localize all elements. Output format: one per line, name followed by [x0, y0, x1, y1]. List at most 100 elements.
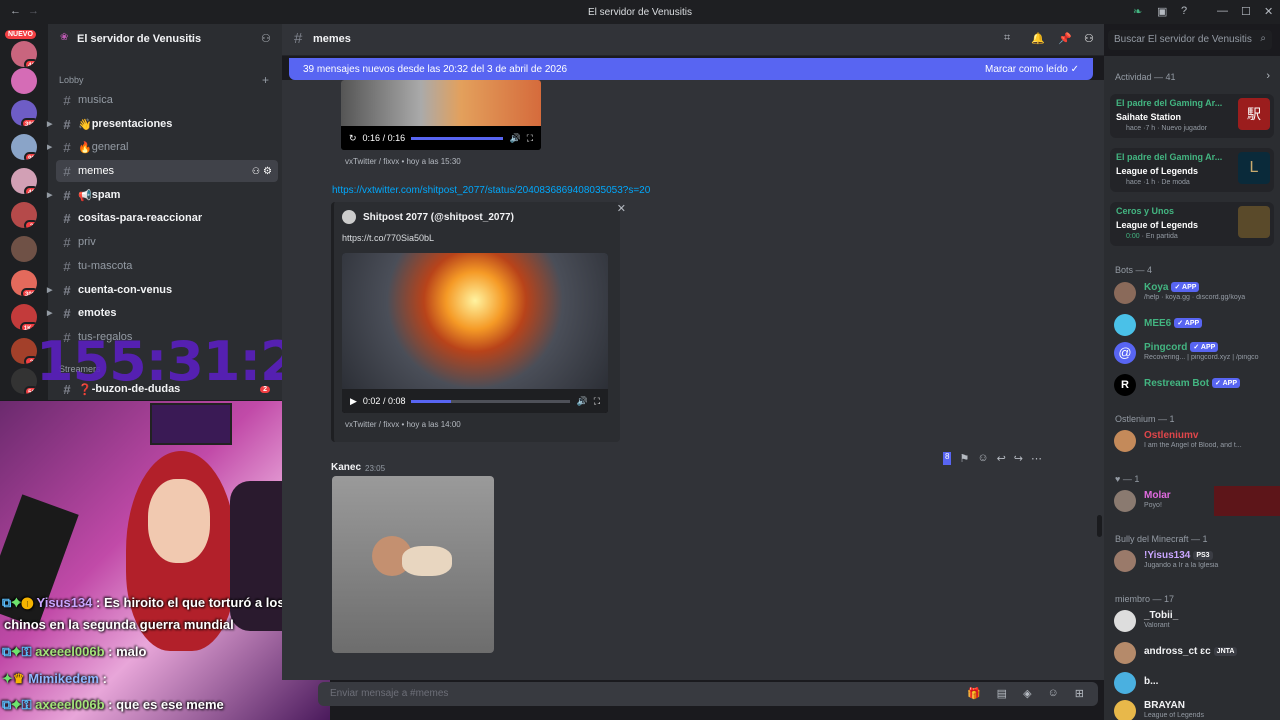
play-icon[interactable]: ▶ — [350, 396, 357, 407]
video-progress[interactable] — [411, 136, 504, 140]
message-input[interactable]: Enviar mensaje a #memes 🎁 ▤ ◈ ☺ ⊞ — [318, 682, 1098, 706]
channel-tu-mascota[interactable]: # tu-mascota — [56, 255, 278, 277]
member-molar[interactable]: Molar Poyo! — [1112, 488, 1277, 516]
gear-icon[interactable]: ⚙ — [263, 166, 272, 177]
member-yisus[interactable]: !Yisus134 PS3 Jugando a Ir a la Iglesia — [1112, 548, 1277, 576]
server-icon[interactable]: 2 — [11, 338, 37, 364]
apps-icon[interactable]: ⊞ — [1075, 687, 1084, 700]
search-input[interactable]: Buscar El servidor de Venusitis ⌕ — [1108, 30, 1272, 50]
help-icon[interactable]: ? — [1181, 5, 1187, 17]
channel-spam[interactable]: ▶ # 📢 spam — [47, 184, 278, 206]
inbox-icon[interactable]: ▣ — [1157, 5, 1167, 18]
meme-image[interactable] — [332, 476, 494, 653]
replay-icon[interactable]: ↻ — [349, 133, 357, 144]
channel-priv[interactable]: # priv — [56, 231, 278, 253]
server-icon[interactable]: 1K+ — [11, 304, 37, 330]
channel-emotes[interactable]: ▶ # emotes — [47, 302, 278, 324]
server-icon[interactable]: 56 — [11, 368, 37, 394]
server-icon[interactable]: 393 — [11, 100, 37, 126]
gif-icon[interactable]: ▤ — [997, 687, 1007, 700]
member-b[interactable]: b... — [1112, 670, 1277, 698]
invite-icon[interactable]: ⚇ — [261, 32, 271, 45]
pin-icon[interactable]: 📌 — [1058, 32, 1072, 45]
member-andross[interactable]: andross_ct ɛc JNTA — [1112, 640, 1277, 668]
member-pingcord[interactable]: @ Pingcord ✓ APP Recovering... | pingcord.x… — [1112, 340, 1277, 368]
avatar — [1114, 430, 1136, 452]
add-member-icon[interactable]: ⚇ — [252, 166, 260, 177]
activity-card[interactable]: El padre del Gaming Ar... League of Lege… — [1110, 148, 1274, 192]
embed-author[interactable]: Shitpost 2077 (@shitpost_2077) — [363, 212, 514, 223]
emoji-icon[interactable]: ☺ — [977, 452, 988, 465]
hash-icon: # — [63, 187, 71, 203]
channel-presentaciones[interactable]: ▶ # 👋 presentaciones — [47, 113, 278, 135]
channel-memes[interactable]: # memes ⚇ ⚙ — [56, 160, 278, 182]
activity-card[interactable]: Ceros y Unos League of Legends 0:00 · En… — [1110, 202, 1274, 246]
gift-icon[interactable]: 🎁 — [967, 687, 981, 700]
members-icon[interactable]: ⚇ — [1084, 32, 1094, 45]
server-icon[interactable]: 48 — [11, 168, 37, 194]
sticker-icon[interactable]: ◈ — [1023, 687, 1031, 700]
minimize-icon[interactable]: — — [1217, 5, 1228, 17]
fullscreen-icon[interactable]: ⛶ — [594, 396, 600, 407]
video-player[interactable]: ▶ 0:02 / 0:08 🔊 ⛶ — [342, 253, 608, 413]
video-progress[interactable] — [411, 399, 571, 403]
channel-cositas[interactable]: # cositas-para-reaccionar — [56, 207, 278, 229]
member-koya[interactable]: Koya ✓ APP/help · koya.gg · discord.gg/ko… — [1112, 280, 1277, 308]
member-tobii[interactable]: _Tobii_ Valorant — [1112, 608, 1277, 636]
scrollbar-thumb[interactable] — [1097, 515, 1102, 537]
member-restream[interactable]: R Restream Bot ✓ APP — [1112, 372, 1277, 400]
flag-icon[interactable]: ⚑ — [959, 452, 969, 465]
server-icon[interactable] — [11, 68, 37, 94]
new-messages-banner[interactable]: 39 mensajes nuevos desde las 20:32 del 3… — [289, 58, 1093, 80]
message-author[interactable]: Kanec — [331, 462, 361, 473]
volume-icon[interactable]: 🔊 — [576, 396, 587, 407]
bell-icon[interactable]: 🔔 — [1031, 32, 1045, 45]
server-icon[interactable]: 46 — [11, 41, 37, 67]
reply-icon[interactable]: ↩ — [997, 452, 1006, 465]
server-name[interactable]: El servidor de Venusitis — [77, 33, 201, 45]
channel-general[interactable]: ▶ # 🔥 general — [47, 136, 278, 158]
category-lobby[interactable]: Lobby — [59, 75, 84, 85]
threads-icon[interactable]: ⌗ — [1004, 32, 1010, 45]
more-icon[interactable]: ⋯ — [1031, 452, 1042, 465]
badge: 393 — [20, 118, 37, 126]
video-time: 0:16 / 0:16 — [362, 133, 406, 143]
add-channel-icon[interactable]: + — [262, 73, 269, 87]
maximize-icon[interactable]: ☐ — [1241, 5, 1251, 18]
message-list: ↻ 0:16 / 0:16 🔊 ⛶ vxTwitter / fixvx • hoy a… — [282, 80, 1104, 680]
embed-footer: vxTwitter / fixvx • hoy a las 15:30 — [345, 157, 461, 166]
member-brayan[interactable]: BRAYAN League of Legends — [1112, 698, 1277, 720]
section-title: Actividad — 41 — [1115, 72, 1176, 82]
reaction-icon[interactable]: 8 — [943, 452, 952, 465]
member-mee6[interactable]: MEE6 ✓ APP — [1112, 312, 1277, 340]
close-icon[interactable]: ✕ — [617, 202, 626, 215]
chevron-down-icon[interactable]: ⌄ — [188, 33, 196, 44]
fullscreen-icon[interactable]: ⛶ — [527, 133, 533, 144]
channel-cuenta-con-venus[interactable]: ▶ # cuenta-con-venus — [47, 279, 278, 301]
leaf-icon[interactable]: ❧ — [1133, 5, 1142, 18]
member-ostleniumv[interactable]: Ostleniumv I am the Angel of Blood, and t… — [1112, 428, 1277, 456]
close-icon[interactable]: ✕ — [1264, 5, 1273, 18]
embed-text[interactable]: https://t.co/770Sia50bL — [342, 233, 434, 243]
avatar — [1114, 610, 1136, 632]
mark-read-button[interactable]: Marcar como leído ✓ — [985, 64, 1079, 75]
chat-message: : — [102, 671, 107, 686]
forward-icon[interactable]: ↪ — [1014, 452, 1023, 465]
server-icon[interactable]: 2 — [11, 202, 37, 228]
chevron-right-icon[interactable]: › — [1266, 70, 1270, 82]
tweet-link[interactable]: https://vxtwitter.com/shitpost_2077/stat… — [332, 185, 650, 196]
server-icon[interactable]: 99 — [11, 134, 37, 160]
channel-musica[interactable]: # musica — [56, 89, 278, 111]
emoji-icon[interactable]: ☺ — [1048, 687, 1059, 700]
server-icon[interactable]: 306 — [11, 270, 37, 296]
hash-icon: # — [294, 30, 303, 47]
channel-label: cositas-para-reaccionar — [78, 212, 203, 224]
streamer-face — [148, 479, 210, 563]
activity-card[interactable]: El padre del Gaming Ar... Saihate Statio… — [1110, 94, 1274, 138]
game-icon: 駅 — [1238, 98, 1270, 130]
video-player[interactable]: ↻ 0:16 / 0:16 🔊 ⛶ — [341, 80, 541, 150]
volume-icon[interactable]: 🔊 — [509, 133, 520, 144]
server-icon[interactable] — [11, 236, 37, 262]
new-badge: NUEVO — [5, 30, 36, 39]
channel-label: emotes — [78, 307, 117, 319]
